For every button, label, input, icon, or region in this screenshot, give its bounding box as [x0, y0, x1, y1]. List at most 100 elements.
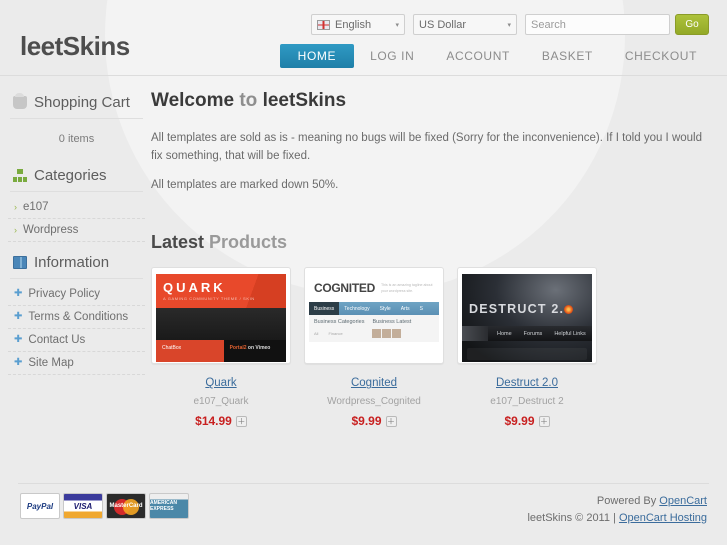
cognited-column-left: Business Categories All Finance [314, 319, 364, 338]
product-price-row: $9.99 ＋ [304, 414, 444, 428]
list-item: ✚ Privacy Policy [8, 283, 145, 306]
sidebar-item-site-map[interactable]: ✚ Site Map [8, 352, 145, 374]
list-item: ✚ Terms & Conditions [8, 306, 145, 329]
search-input[interactable] [525, 14, 670, 35]
sidebar-cart-title: Shopping Cart [34, 94, 130, 111]
product-thumbnail-link[interactable]: QUARK A GAMING COMMUNITY THEME / SKIN Ch… [151, 267, 291, 365]
add-to-cart-button[interactable]: ＋ [385, 415, 397, 427]
nav-item-basket[interactable]: BASKET [526, 44, 609, 68]
amex-label: AMERICAN EXPRESS [150, 500, 177, 512]
copyright-line: leetSkins © 2011 | OpenCart Hosting [527, 510, 707, 527]
quark-header-band: QUARK A GAMING COMMUNITY THEME / SKIN [156, 274, 286, 309]
quark-logo-text: QUARK [163, 280, 226, 296]
content-area: Shopping Cart 0 items Categories › e107 [0, 76, 727, 428]
sidebar-heading-categories: Categories [8, 161, 145, 191]
category-tree-icon [13, 169, 27, 182]
sidebar-heading-cart: Shopping Cart [8, 88, 145, 118]
plus-bullet-icon: ✚ [14, 288, 23, 299]
page-title-light: to [234, 90, 263, 111]
sidebar-item-privacy-policy[interactable]: ✚ Privacy Policy [8, 283, 145, 305]
product-name: Cognited [304, 373, 444, 391]
plus-bullet-icon: ✚ [14, 334, 23, 345]
category-list: › e107 › Wordpress [8, 196, 145, 242]
top-utility-bar: English ▾ US Dollar ▾ Go [311, 14, 709, 35]
sidebar-item-label: Contact Us [28, 334, 86, 346]
cognited-header: COGNITED This is an amazing tagline abou… [309, 274, 439, 303]
product-price-row: $14.99 ＋ [151, 414, 291, 428]
language-selector[interactable]: English ▾ [311, 14, 405, 35]
plus-bullet-icon: ✚ [14, 357, 23, 368]
cognited-column-right: Business Latest [372, 319, 412, 339]
sidebar-categories-title: Categories [34, 167, 107, 184]
product-model: e107_Destruct 2 [490, 396, 564, 408]
add-to-cart-button[interactable]: ＋ [235, 415, 247, 427]
site-footer: PayPal VISA MasterCard AMERICAN EXPRESS … [0, 483, 727, 545]
product-link[interactable]: Cognited [351, 377, 397, 389]
sidebar: Shopping Cart 0 items Categories › e107 [0, 88, 145, 428]
product-thumbnail-link[interactable]: COGNITED This is an amazing tagline abou… [304, 267, 444, 365]
sidebar-item-wordpress[interactable]: › Wordpress [8, 219, 145, 241]
sidebar-item-terms-conditions[interactable]: ✚ Terms & Conditions [8, 306, 145, 328]
sidebar-item-contact-us[interactable]: ✚ Contact Us [8, 329, 145, 351]
cognited-tagline: This is an amazing tagline about your wo… [380, 283, 433, 294]
footer-text: Powered By OpenCart leetSkins © 2011 | O… [527, 493, 707, 526]
powered-by-line: Powered By OpenCart [527, 493, 707, 510]
opencart-link[interactable]: OpenCart [659, 495, 707, 507]
site-header: leetSkins English ▾ US Dollar ▾ Go HOME … [0, 0, 727, 76]
home-icon [462, 326, 488, 342]
nav-item-login[interactable]: LOG IN [354, 44, 430, 68]
chevron-right-icon: › [14, 202, 17, 212]
paypal-icon: PayPal [20, 493, 60, 519]
destruct-logo-text: DESTRUCT 2. [469, 302, 574, 317]
nav-item-home[interactable]: HOME [279, 44, 355, 68]
product-model: e107_Quark [193, 396, 249, 408]
product-thumbnail-quark: QUARK A GAMING COMMUNITY THEME / SKIN Ch… [156, 274, 286, 363]
sidebar-item-e107[interactable]: › e107 [8, 196, 145, 218]
intro-paragraph-1: All templates are sold as is - meaning n… [151, 132, 702, 162]
destruct-nav-bar: Home Forums Helpful Links [462, 326, 592, 342]
cognited-logo-text: COGNITED [314, 281, 375, 296]
mastercard-icon: MasterCard [106, 493, 146, 519]
destruct-logo-label: DESTRUCT 2. [469, 302, 565, 317]
payment-methods: PayPal VISA MasterCard AMERICAN EXPRESS [20, 493, 189, 519]
product-thumbnail-destruct: DESTRUCT 2. Home Forums Helpful Links [462, 274, 592, 363]
nav-item-account[interactable]: ACCOUNT [430, 44, 526, 68]
paypal-label: PayPal [26, 501, 54, 511]
nav-item-checkout[interactable]: CHECKOUT [609, 44, 713, 68]
information-list: ✚ Privacy Policy ✚ Terms & Conditions ✚ … [8, 283, 145, 375]
product-grid: QUARK A GAMING COMMUNITY THEME / SKIN Ch… [151, 267, 705, 428]
cognited-nav-bar: Business Technology Style Arts S [309, 302, 439, 316]
site-logo[interactable]: leetSkins [20, 33, 130, 59]
destruct-nav-item: Forums [523, 330, 543, 337]
book-icon [13, 256, 27, 269]
product-link[interactable]: Destruct 2.0 [496, 377, 558, 389]
cognited-nav-item: Technology [344, 305, 370, 312]
opencart-hosting-link[interactable]: OpenCart Hosting [619, 512, 707, 524]
cognited-nav-item: Style [379, 305, 391, 312]
sidebar-information-title: Information [34, 254, 110, 271]
quark-feature-b: on Vimeo [246, 345, 271, 352]
product-price: $9.99 [504, 414, 535, 429]
product-link[interactable]: Quark [205, 377, 236, 389]
copyright-text: leetSkins © 2011 | [527, 511, 619, 524]
sidebar-item-label: Wordpress [23, 224, 79, 236]
section-title-light: Products [204, 232, 288, 253]
product-name: Destruct 2.0 [457, 373, 597, 391]
sidebar-item-label: Privacy Policy [28, 288, 100, 300]
language-selector-label: English [335, 18, 372, 31]
cognited-col1-items: All Finance [314, 331, 364, 336]
product-thumbnail-link[interactable]: DESTRUCT 2. Home Forums Helpful Links [457, 267, 597, 365]
chevron-down-icon: ▾ [395, 21, 399, 29]
add-to-cart-button[interactable]: ＋ [538, 415, 550, 427]
search-go-button[interactable]: Go [675, 14, 709, 35]
currency-selector[interactable]: US Dollar ▾ [413, 14, 517, 35]
cognited-col1-title: Business Categories [314, 319, 365, 326]
cognited-nav-item: S [419, 305, 423, 312]
quark-bottom-bar: ChatBox Portal2 on Vimeo [156, 340, 286, 363]
intro-paragraph-2: All templates are marked down 50%. [151, 178, 339, 191]
destruct-nav-item: Home [497, 330, 512, 337]
product-price-row: $9.99 ＋ [457, 414, 597, 428]
sidebar-heading-information: Information [8, 248, 145, 278]
cognited-col2-title: Business Latest [372, 319, 412, 326]
product-card: QUARK A GAMING COMMUNITY THEME / SKIN Ch… [151, 267, 291, 428]
